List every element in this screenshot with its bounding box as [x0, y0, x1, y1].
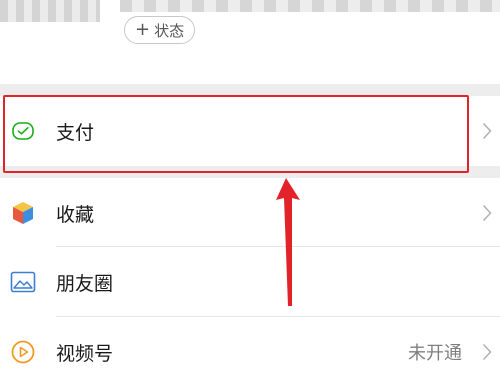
wechat-pay-icon — [10, 118, 36, 144]
favorites-cube-icon — [10, 200, 36, 226]
chevron-right-icon — [480, 202, 494, 224]
menu-item-label: 支付 — [56, 121, 95, 144]
add-status-button[interactable]: + 状态 — [124, 16, 196, 44]
section-gap — [0, 166, 500, 178]
channels-play-icon — [10, 339, 36, 365]
menu-item-favorites[interactable]: 收藏 — [0, 178, 500, 248]
menu-item-pay[interactable]: 支付 — [0, 96, 500, 166]
moments-photo-icon — [10, 269, 36, 295]
plus-icon: + — [135, 19, 151, 40]
section-gap — [0, 84, 500, 96]
menu-item-label: 收藏 — [56, 203, 95, 226]
menu-item-channels[interactable]: 视频号 未开通 — [0, 317, 500, 375]
user-name-redacted — [120, 0, 500, 12]
channels-status-value: 未开通 — [408, 343, 462, 364]
menu-item-label: 视频号 — [56, 342, 114, 365]
avatar[interactable] — [0, 0, 100, 22]
menu-item-moments[interactable]: 朋友圈 — [0, 247, 500, 317]
chevron-right-icon — [480, 341, 494, 363]
menu-item-label: 朋友圈 — [56, 272, 114, 295]
chevron-right-icon — [480, 120, 494, 142]
profile-header: + 状态 — [0, 0, 500, 84]
me-page: + 状态 支付 收藏 朋友圈 视频号 未开通 — [0, 0, 500, 375]
status-button-label: 状态 — [154, 21, 185, 40]
